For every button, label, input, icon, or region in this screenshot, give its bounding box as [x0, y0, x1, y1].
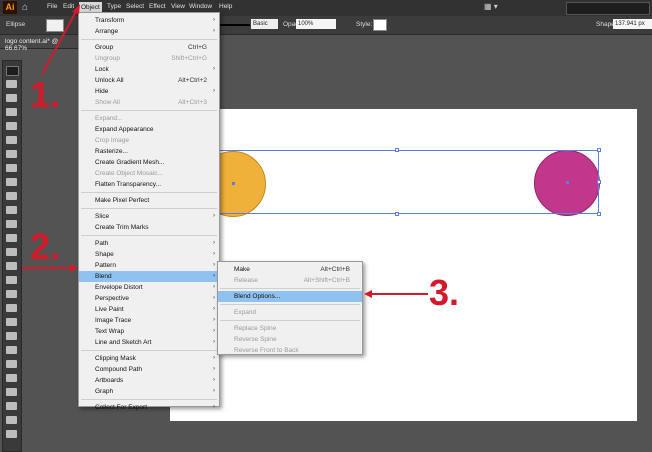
arrow-step3-head [364, 290, 372, 298]
step-1-label: 1. [30, 74, 61, 115]
arrow-step1 [41, 7, 79, 75]
step-3-label: 3. [429, 272, 460, 313]
arrow-step1-head [72, 4, 80, 14]
annotation-overlay [22, 4, 428, 298]
arrow-step2-head [70, 264, 78, 272]
step-2-label: 2. [30, 226, 61, 267]
